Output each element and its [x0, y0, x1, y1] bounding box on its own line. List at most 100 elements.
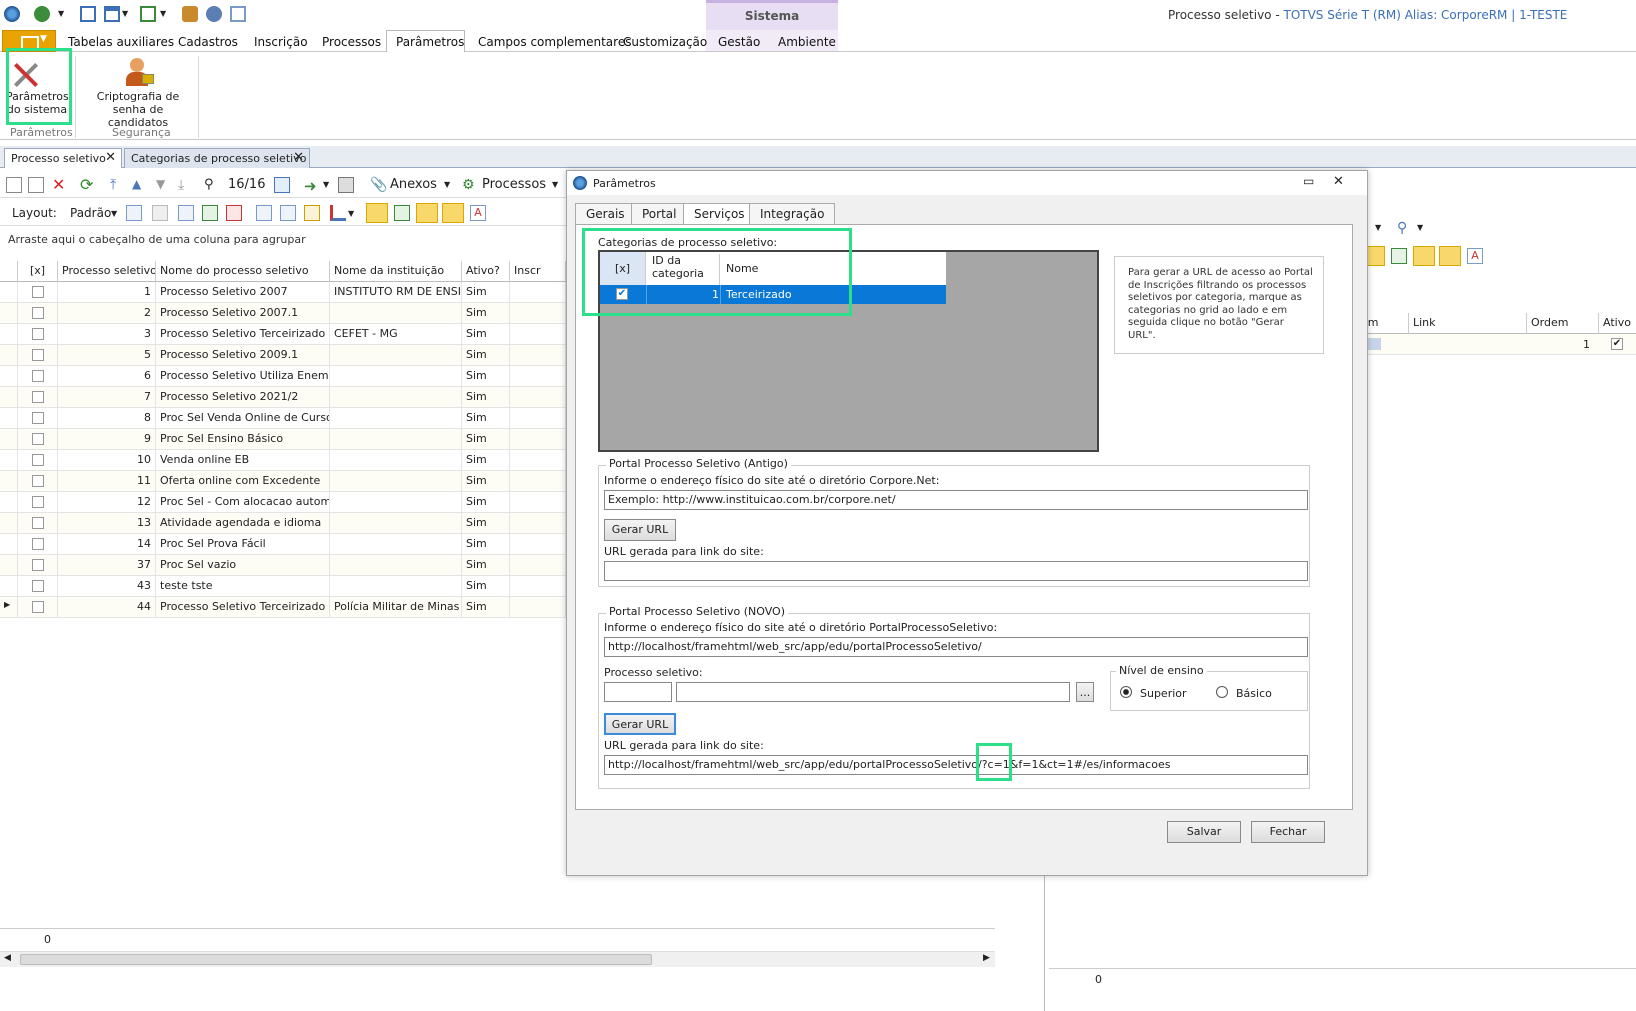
row-checkbox[interactable] [32, 517, 44, 529]
layout-icon[interactable] [104, 6, 120, 22]
next-icon[interactable]: ▼ [156, 177, 172, 193]
processos-button[interactable]: Processos [482, 177, 546, 192]
export-arrow-icon[interactable]: ➜ [304, 177, 320, 195]
chevron-down-icon[interactable]: ▼ [111, 209, 117, 218]
menu-campos-complementares[interactable]: Campos complementares [478, 35, 631, 49]
tools-icon[interactable] [182, 6, 198, 22]
row-checkbox[interactable] [32, 454, 44, 466]
row-select-cell[interactable] [18, 282, 58, 303]
chevron-down-icon[interactable]: ▼ [552, 180, 558, 189]
row-select-cell[interactable] [18, 429, 58, 450]
menu-parametros[interactable]: Parâmetros [396, 35, 464, 49]
table-row[interactable]: 43 teste tste Sim [0, 576, 566, 597]
app-logo-icon[interactable] [4, 6, 20, 22]
row-checkbox[interactable] [32, 286, 44, 298]
tab-portal[interactable]: Portal [631, 203, 688, 225]
proc-code-input[interactable] [604, 682, 672, 702]
close-icon[interactable]: ✕ [1333, 174, 1344, 189]
chevron-down-icon[interactable]: ▼ [323, 180, 329, 189]
header-select[interactable]: [x] [18, 261, 58, 282]
new-url-output[interactable]: http://localhost/framehtml/web_src/app/e… [604, 755, 1308, 775]
globe-icon[interactable] [34, 6, 50, 22]
file-menu-button[interactable]: ▼ [2, 30, 56, 52]
layout-select[interactable]: Padrão [70, 206, 111, 220]
row-select-cell[interactable] [18, 366, 58, 387]
view4-icon[interactable] [442, 203, 464, 223]
row-checkbox[interactable] [32, 412, 44, 424]
tab-servicos[interactable]: Serviços [683, 203, 756, 226]
new-gerar-url-button[interactable]: Gerar URL [604, 713, 676, 735]
copy-icon[interactable] [230, 6, 246, 22]
row-select-cell[interactable] [18, 471, 58, 492]
close-icon[interactable]: ✕ [105, 150, 116, 165]
radio-superior[interactable] [1120, 686, 1132, 698]
view3-icon[interactable] [1413, 246, 1435, 266]
menu-inscricao[interactable]: Inscrição [254, 35, 308, 49]
row-checkbox[interactable] [32, 307, 44, 319]
grid-icon[interactable] [178, 205, 194, 221]
edit-icon[interactable] [28, 177, 44, 193]
tab-gerais[interactable]: Gerais [575, 203, 636, 225]
new-icon[interactable] [6, 177, 22, 193]
row-select-cell[interactable] [18, 534, 58, 555]
table-row[interactable]: 9 Proc Sel Ensino Básico Sim [0, 429, 566, 450]
view2-icon[interactable] [1391, 248, 1407, 264]
right-header-link[interactable]: Link [1409, 313, 1527, 334]
view2-icon[interactable] [394, 205, 410, 221]
world-icon[interactable] [206, 6, 222, 22]
table-row[interactable]: 7 Processo Seletivo 2021/2 Sim [0, 387, 566, 408]
row-select-cell[interactable] [18, 324, 58, 345]
chevron-down-icon[interactable]: ▼ [1417, 223, 1423, 232]
row-select-cell[interactable] [18, 345, 58, 366]
cat-header-id[interactable]: ID da categoria [646, 254, 720, 285]
right-header-ativo[interactable]: Ativo [1599, 313, 1636, 334]
row-select-cell[interactable] [18, 597, 58, 618]
download-icon[interactable] [202, 205, 218, 221]
header-ativo[interactable]: Ativo? [462, 261, 510, 282]
row-select-cell[interactable] [18, 303, 58, 324]
save-button[interactable]: Salvar [1167, 821, 1241, 843]
table-row[interactable]: 12Proc Sel - Com alocacao automatica Sim [0, 492, 566, 513]
filter-icon[interactable] [304, 205, 320, 221]
row-select-cell[interactable] [18, 492, 58, 513]
delete-icon[interactable]: ✕ [52, 177, 68, 193]
menu-ambiente[interactable]: Ambiente [778, 35, 836, 49]
chevron-down-icon[interactable]: ▼ [444, 180, 450, 189]
right-header-ordem[interactable]: Ordem [1527, 313, 1599, 334]
old-portal-addr-input[interactable]: Exemplo: http://www.instituicao.com.br/c… [604, 490, 1308, 510]
table-row[interactable]: 8 Proc Sel Venda Online de Cursos Sim [0, 408, 566, 429]
close-button[interactable]: Fechar [1251, 821, 1325, 843]
chevron-down-icon[interactable]: ▼ [122, 9, 128, 18]
font-icon[interactable]: A [470, 205, 486, 221]
browse-button[interactable]: ... [1076, 682, 1094, 702]
row-checkbox[interactable] [32, 538, 44, 550]
right-row[interactable]: 1 ✔ [1357, 334, 1636, 355]
scroll-right-icon[interactable]: ▶ [983, 953, 990, 963]
category-row[interactable]: ✔ 1 Terceirizado [600, 285, 946, 304]
pin-icon[interactable]: ⚲ [1397, 220, 1413, 236]
chevron-down-icon[interactable]: ▼ [160, 9, 166, 18]
table-row[interactable]: 13 Atividade agendada e idioma Sim [0, 513, 566, 534]
layout-copy-icon[interactable] [152, 205, 168, 221]
scroll-left-icon[interactable]: ◀ [4, 953, 11, 963]
cat-header-nome[interactable]: Nome [726, 262, 758, 275]
row-checkbox[interactable] [32, 580, 44, 592]
chevron-down-icon[interactable]: ▼ [1375, 223, 1381, 232]
binoculars-icon[interactable]: ⚲ [204, 177, 220, 193]
view4-icon[interactable] [1439, 246, 1461, 266]
close-icon[interactable]: ✕ [293, 150, 304, 165]
horizontal-scrollbar[interactable]: ◀ ▶ [0, 951, 995, 967]
row-checkbox[interactable] [32, 370, 44, 382]
menu-cadastros[interactable]: Cadastros [178, 35, 238, 49]
menu-processos[interactable]: Processos [322, 35, 381, 49]
sum-icon[interactable] [280, 205, 296, 221]
radio-basico[interactable] [1216, 686, 1228, 698]
header-processo[interactable]: Processo seletivo [58, 261, 156, 282]
table-row[interactable]: 14 Proc Sel Prova Fácil Sim [0, 534, 566, 555]
table-row[interactable]: 10 Venda online EB Sim [0, 450, 566, 471]
row-checkbox[interactable] [32, 559, 44, 571]
right-row-active-checkbox[interactable]: ✔ [1611, 338, 1623, 350]
columns-icon[interactable] [256, 205, 272, 221]
row-checkbox[interactable] [32, 475, 44, 487]
old-gerar-url-button[interactable]: Gerar URL [604, 519, 676, 541]
